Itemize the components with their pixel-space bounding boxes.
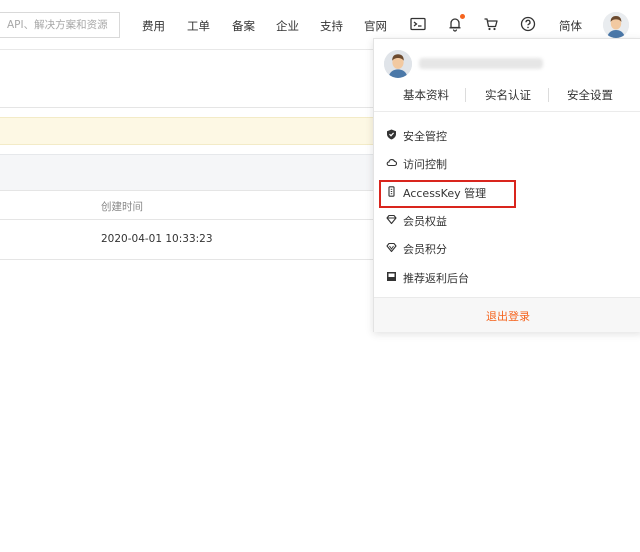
menu-item-referral-backend[interactable]: 推荐返利后台 — [384, 268, 634, 288]
nav-fees[interactable]: 费用 — [142, 18, 165, 34]
menu-item-label: 推荐返利后台 — [403, 272, 469, 285]
shield-icon — [386, 129, 397, 140]
menu-item-label: 安全管控 — [403, 130, 447, 143]
notification-dot — [460, 14, 465, 19]
column-header-created-time: 创建时间 — [101, 201, 143, 213]
diamond-outline-icon — [386, 242, 397, 253]
nav-enterprise[interactable]: 企业 — [276, 18, 299, 34]
bell-icon[interactable] — [446, 14, 465, 33]
account-name-redacted — [419, 58, 543, 69]
nav-website[interactable]: 官网 — [364, 18, 387, 34]
divider — [374, 111, 640, 112]
language-switch[interactable]: 简体 — [559, 18, 582, 34]
logout-button[interactable]: 退出登录 — [374, 308, 640, 324]
security-settings-link[interactable]: 安全设置 — [567, 87, 613, 103]
nav-tickets[interactable]: 工单 — [187, 18, 210, 34]
terminal-icon[interactable] — [409, 15, 427, 33]
user-avatar — [384, 50, 412, 78]
cloud-icon — [386, 157, 398, 168]
nav-filing[interactable]: 备案 — [232, 18, 255, 34]
search-input[interactable] — [0, 13, 119, 37]
profile-links: 基本资料 实名认证 安全设置 — [374, 85, 640, 105]
basic-info-link[interactable]: 基本资料 — [403, 87, 449, 103]
divider — [465, 88, 466, 102]
menu-item-label: 会员权益 — [403, 215, 447, 228]
dropdown-footer: 退出登录 — [374, 297, 640, 332]
divider — [548, 88, 549, 102]
real-name-verification-link[interactable]: 实名认证 — [485, 87, 531, 103]
highlight-annotation-box — [379, 180, 516, 208]
menu-item-member-points[interactable]: 会员积分 — [384, 239, 634, 259]
nav-support[interactable]: 支持 — [320, 18, 343, 34]
menu-item-security-control[interactable]: 安全管控 — [384, 126, 634, 146]
user-menu-dropdown: 基本资料 实名认证 安全设置 安全管控 访问控制 AccessKey 管理 会员… — [373, 38, 640, 332]
avatar[interactable] — [603, 12, 629, 38]
menu-item-label: 访问控制 — [403, 158, 447, 171]
image-icon — [386, 271, 397, 282]
cell-created-time: 2020-04-01 10:33:23 — [101, 233, 213, 245]
menu-item-member-benefits[interactable]: 会员权益 — [384, 211, 634, 231]
menu-item-access-control[interactable]: 访问控制 — [384, 154, 634, 174]
cart-icon[interactable] — [482, 15, 500, 33]
diamond-icon — [386, 214, 397, 225]
menu-item-label: 会员积分 — [403, 243, 447, 256]
help-icon[interactable] — [519, 15, 537, 33]
search-box[interactable] — [0, 12, 120, 38]
